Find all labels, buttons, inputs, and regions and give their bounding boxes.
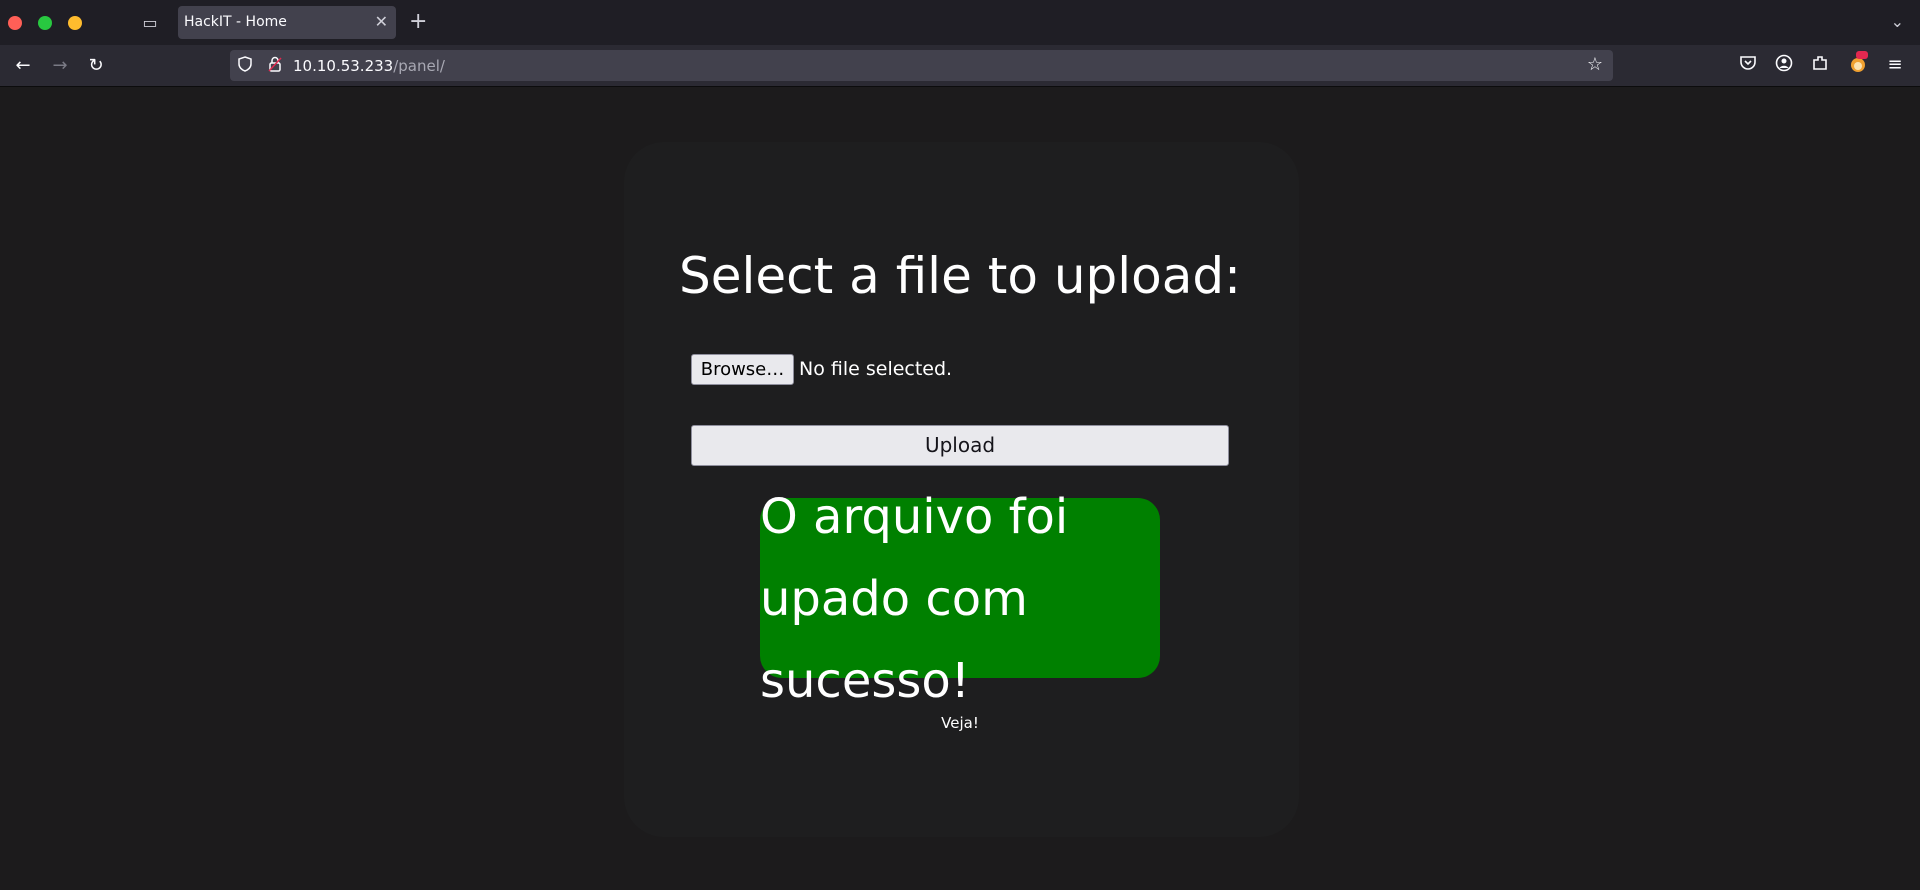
tracking-protection-shield-icon[interactable] xyxy=(238,56,254,74)
bookmark-star-icon[interactable]: ☆ xyxy=(1587,54,1603,75)
tab-hackit-home[interactable]: HackIT - Home ✕ xyxy=(178,6,396,39)
url-host: 10.10.53.233 xyxy=(293,57,394,75)
url-text[interactable]: 10.10.53.233/panel/ xyxy=(293,57,445,75)
success-message: O arquivo foi upado com sucesso! xyxy=(760,489,1069,709)
reload-icon[interactable]: ↻ xyxy=(84,54,108,78)
browser-nav-bar: ← → ↻ 10.10.53.233/panel/ ☆ ≡ xyxy=(0,45,1920,87)
address-bar[interactable]: 10.10.53.233/panel/ ☆ xyxy=(230,50,1613,81)
page-content: Select a file to upload: Browse… No file… xyxy=(0,87,1920,890)
browser-tab-bar: ▭ HackIT - Home ✕ + ⌄ xyxy=(0,0,1920,45)
close-tab-icon[interactable]: ✕ xyxy=(375,12,388,32)
back-arrow-icon[interactable]: ← xyxy=(11,54,35,78)
list-tabs-icon[interactable]: ⌄ xyxy=(1891,12,1904,31)
new-tab-button[interactable]: + xyxy=(409,10,427,34)
view-uploaded-file-link[interactable]: Veja! xyxy=(0,714,1920,732)
url-path: /panel/ xyxy=(393,57,445,75)
hamburger-menu-icon[interactable]: ≡ xyxy=(1884,54,1906,76)
window-maximize-button[interactable] xyxy=(38,16,52,30)
browse-button[interactable]: Browse… xyxy=(691,354,794,385)
tab-title: HackIT - Home xyxy=(184,14,287,30)
foxyproxy-badge xyxy=(1856,51,1868,59)
forward-arrow-icon[interactable]: → xyxy=(48,54,72,78)
insecure-lock-icon[interactable] xyxy=(268,56,284,74)
extensions-icon[interactable] xyxy=(1809,54,1831,76)
window-close-button[interactable] xyxy=(8,16,22,30)
tab-overview-icon[interactable]: ▭ xyxy=(140,13,160,33)
window-minimize-button[interactable] xyxy=(68,16,82,30)
page-title: Select a file to upload: xyxy=(679,247,1241,305)
pocket-icon[interactable] xyxy=(1737,54,1759,76)
upload-button[interactable]: Upload xyxy=(691,425,1229,466)
file-status-text: No file selected. xyxy=(799,358,953,380)
account-icon[interactable] xyxy=(1773,54,1795,76)
